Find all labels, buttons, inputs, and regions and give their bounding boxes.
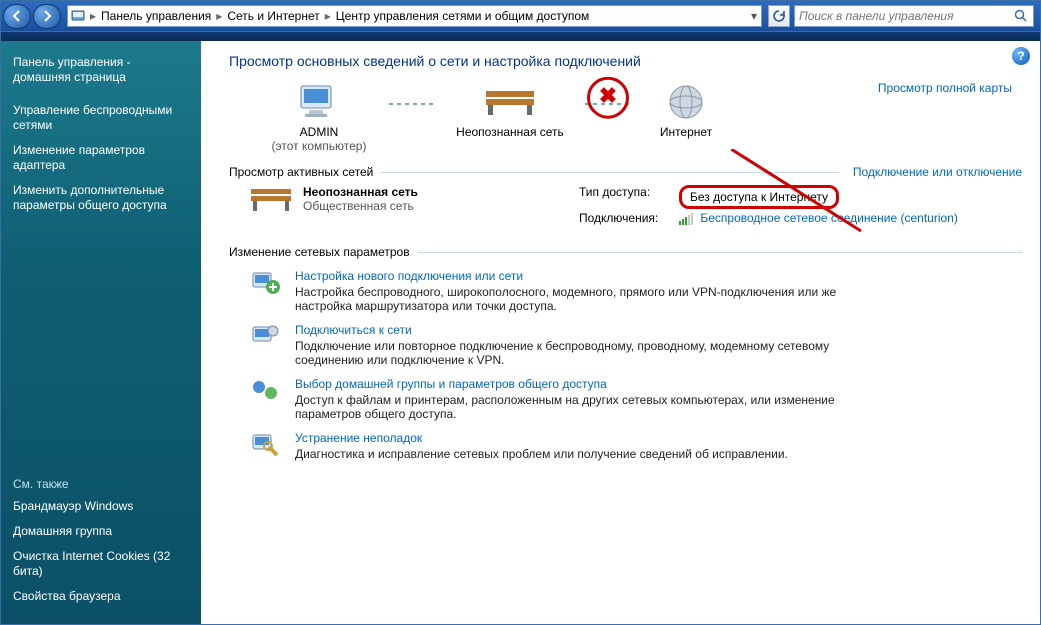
task-desc: Настройка беспроводного, широкополосного…	[295, 285, 855, 313]
active-net-type: Общественная сеть	[303, 199, 418, 213]
active-net-name: Неопознанная сеть	[303, 185, 418, 199]
breadcrumb-item[interactable]: Панель управления	[98, 9, 214, 23]
search-input[interactable]	[799, 9, 1013, 23]
search-icon[interactable]	[1013, 8, 1029, 24]
connection-broken: ✖	[585, 103, 631, 105]
see-also-homegroup[interactable]: Домашняя группа	[13, 524, 189, 539]
forward-button[interactable]	[33, 4, 61, 29]
connections-key: Подключения:	[579, 211, 679, 225]
sidebar: Панель управления - домашняя страница Уп…	[1, 41, 201, 624]
node-internet-label: Интернет	[631, 125, 741, 139]
task-item: Подключиться к сети Подключение или повт…	[249, 323, 1022, 367]
wifi-signal-icon	[679, 213, 693, 225]
change-params-label: Изменение сетевых параметров	[229, 245, 410, 259]
new-connection-icon	[249, 269, 283, 299]
address-bar: ▸ Панель управления ▸ Сеть и Интернет ▸ …	[1, 1, 1040, 31]
breadcrumb-dropdown-icon[interactable]: ▾	[747, 9, 761, 23]
network-map: Просмотр полной карты ADMIN (этот компью…	[249, 79, 1022, 153]
task-desc: Доступ к файлам и принтерам, расположенн…	[295, 393, 855, 421]
globe-icon	[631, 79, 741, 125]
node-this-pc: ADMIN (этот компьютер)	[249, 79, 389, 153]
search-box[interactable]	[794, 5, 1034, 27]
access-type-key: Тип доступа:	[579, 185, 679, 209]
page-title: Просмотр основных сведений о сети и наст…	[229, 53, 1022, 69]
troubleshoot-icon	[249, 431, 283, 461]
breadcrumb-item[interactable]: Центр управления сетями и общим доступом	[333, 9, 593, 23]
sidebar-link-sharing[interactable]: Изменить дополнительные параметры общего…	[13, 183, 189, 213]
sidebar-link-adapter[interactable]: Изменение параметров адаптера	[13, 143, 189, 173]
chevron-right-icon: ▸	[214, 9, 224, 23]
task-desc: Диагностика и исправление сетевых пробле…	[295, 447, 788, 461]
access-type-value: Без доступа к Интернету	[690, 190, 828, 204]
refresh-button[interactable]	[768, 5, 790, 27]
control-panel-icon	[68, 8, 88, 24]
see-also-firewall[interactable]: Брандмауэр Windows	[13, 499, 189, 514]
task-item: Устранение неполадок Диагностика и испра…	[249, 431, 1022, 461]
chevron-right-icon: ▸	[88, 9, 98, 23]
task-new-connection[interactable]: Настройка нового подключения или сети	[295, 269, 855, 283]
node-pc-name: ADMIN	[249, 125, 389, 139]
see-also-header: См. также	[13, 477, 189, 491]
breadcrumb[interactable]: ▸ Панель управления ▸ Сеть и Интернет ▸ …	[67, 5, 762, 27]
task-connect[interactable]: Подключиться к сети	[295, 323, 855, 337]
bench-icon	[435, 79, 585, 125]
connection-line	[389, 103, 435, 105]
task-homegroup[interactable]: Выбор домашней группы и параметров общег…	[295, 377, 855, 391]
sidebar-home-line1: Панель управления -	[13, 55, 131, 69]
content-pane: ? Просмотр основных сведений о сети и на…	[201, 41, 1040, 624]
task-item: Настройка нового подключения или сети На…	[249, 269, 1022, 313]
annotation-circle	[587, 77, 629, 119]
tasks-list: Настройка нового подключения или сети На…	[229, 269, 1022, 461]
chevron-right-icon: ▸	[323, 9, 333, 23]
task-troubleshoot[interactable]: Устранение неполадок	[295, 431, 788, 445]
connect-disconnect-link[interactable]: Подключение или отключение	[853, 165, 1022, 179]
connection-link[interactable]: Беспроводное сетевое соединение (centuri…	[700, 211, 958, 225]
node-pc-sub: (этот компьютер)	[249, 139, 389, 153]
change-params-header: Изменение сетевых параметров	[229, 245, 1022, 259]
connect-network-icon	[249, 323, 283, 353]
computer-icon	[249, 79, 389, 125]
active-networks-label: Просмотр активных сетей	[229, 165, 373, 179]
sidebar-link-wireless[interactable]: Управление беспроводными сетями	[13, 103, 189, 133]
task-item: Выбор домашней группы и параметров общег…	[249, 377, 1022, 421]
node-unknown-net: Неопознанная сеть	[435, 79, 585, 139]
see-also-browser[interactable]: Свойства браузера	[13, 589, 189, 604]
full-map-link[interactable]: Просмотр полной карты	[878, 81, 1012, 95]
node-internet: Интернет	[631, 79, 741, 139]
annotation-oval: Без доступа к Интернету	[679, 185, 839, 209]
active-networks-header: Просмотр активных сетей Подключение или …	[229, 165, 1022, 179]
node-unknown-label: Неопознанная сеть	[435, 125, 585, 139]
back-button[interactable]	[3, 4, 31, 29]
task-desc: Подключение или повторное подключение к …	[295, 339, 855, 367]
see-also-cookies[interactable]: Очистка Internet Cookies (32 бита)	[13, 549, 189, 579]
sidebar-home-link[interactable]: Панель управления - домашняя страница	[13, 55, 189, 85]
active-network-row: Неопознанная сеть Общественная сеть Тип …	[249, 185, 1022, 227]
homegroup-icon	[249, 377, 283, 407]
sidebar-home-line2: домашняя страница	[13, 70, 126, 84]
help-icon[interactable]: ?	[1012, 47, 1030, 65]
breadcrumb-item[interactable]: Сеть и Интернет	[224, 9, 322, 23]
ribbon-strip	[1, 31, 1040, 41]
bench-icon	[249, 185, 293, 217]
